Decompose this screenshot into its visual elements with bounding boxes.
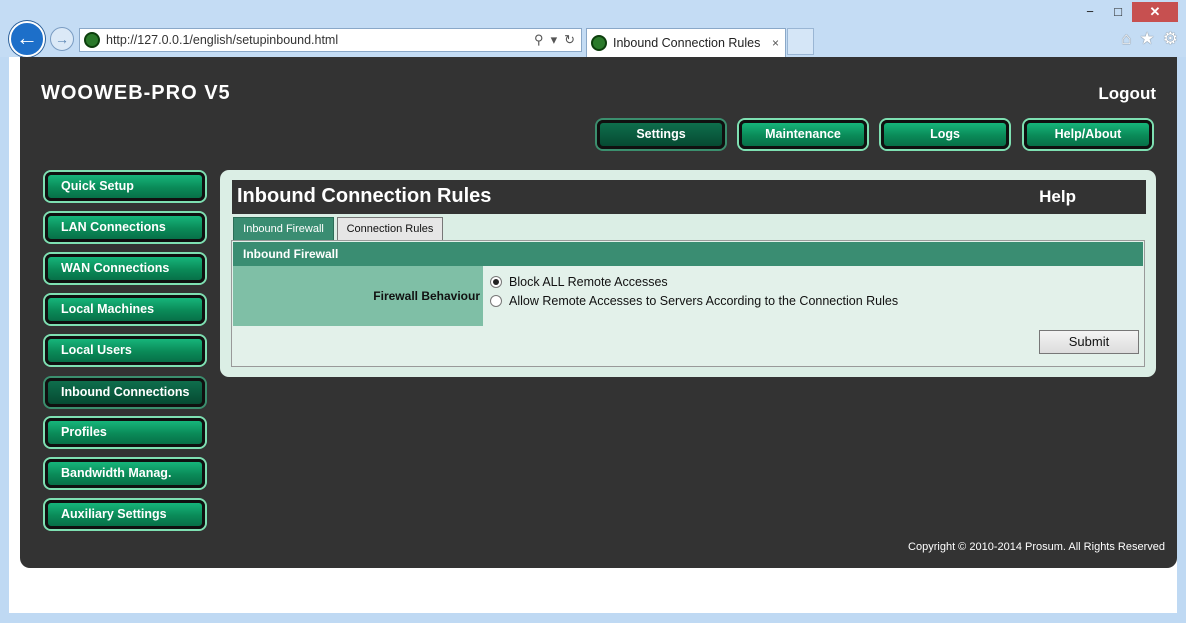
refresh-icon[interactable]: ↻	[564, 32, 575, 48]
brand-title: WOOWEB-PRO V5	[41, 82, 231, 104]
tab-connection-rules[interactable]: Connection Rules	[337, 217, 443, 241]
sidebar-item-lan-connections[interactable]: LAN Connections	[45, 213, 205, 242]
radio-allow-rules[interactable]	[490, 294, 502, 307]
sidebar-item-local-users[interactable]: Local Users	[45, 336, 205, 365]
forward-button[interactable]: →	[50, 27, 74, 51]
sidebar-item-auxiliary-settings[interactable]: Auxiliary Settings	[45, 500, 205, 529]
nav-help-about[interactable]: Help/About	[1024, 120, 1152, 149]
address-icons: ⚲ ▾ ↻	[534, 32, 581, 48]
nav-logs[interactable]: Logs	[881, 120, 1009, 149]
browser-tab[interactable]: Inbound Connection Rules ×	[586, 28, 786, 57]
page-viewport: WOOWEB-PRO V5 Logout Settings Maintenanc…	[9, 57, 1177, 613]
option-allow-rules-label: Allow Remote Accesses to Servers Accordi…	[509, 293, 899, 308]
home-icon[interactable]: ⌂	[1121, 29, 1131, 49]
nav-maintenance[interactable]: Maintenance	[739, 120, 867, 149]
firewall-options: Block ALL Remote Accesses Allow Remote A…	[490, 272, 898, 310]
address-url[interactable]: http://127.0.0.1/english/setupinbound.ht…	[106, 33, 534, 47]
maximize-button[interactable]: □	[1104, 2, 1132, 22]
search-icon[interactable]: ⚲	[534, 32, 544, 48]
close-button[interactable]: ✕	[1132, 2, 1178, 22]
option-block-all[interactable]: Block ALL Remote Accesses	[490, 272, 898, 291]
option-block-all-label: Block ALL Remote Accesses	[509, 274, 668, 289]
tab-favicon-icon	[591, 35, 607, 51]
sidebar-item-bandwidth[interactable]: Bandwidth Manag.	[45, 459, 205, 488]
site-favicon-icon	[84, 32, 100, 48]
browser-chrome: − □ ✕ ← → http://127.0.0.1/english/setup…	[0, 0, 1186, 57]
sidebar-item-local-machines[interactable]: Local Machines	[45, 295, 205, 324]
nav-settings[interactable]: Settings	[597, 120, 725, 149]
browser-tools: ⌂ ★ ⚙	[1121, 29, 1178, 49]
tab-title: Inbound Connection Rules	[613, 36, 761, 50]
sidebar-item-profiles[interactable]: Profiles	[45, 418, 205, 447]
firewall-form: Inbound Firewall Firewall Behaviour Bloc…	[231, 240, 1145, 367]
submit-button[interactable]: Submit	[1039, 330, 1139, 354]
content-panel: Inbound Connection Rules Help Inbound Fi…	[220, 170, 1156, 377]
tab-close-icon[interactable]: ×	[772, 36, 785, 50]
favorites-star-icon[interactable]: ★	[1140, 29, 1155, 49]
dropdown-icon[interactable]: ▾	[551, 32, 558, 48]
sidebar-item-wan-connections[interactable]: WAN Connections	[45, 254, 205, 283]
window-controls: − □ ✕	[1076, 2, 1178, 22]
section-title: Inbound Firewall	[233, 242, 1143, 266]
address-bar[interactable]: http://127.0.0.1/english/setupinbound.ht…	[79, 28, 582, 52]
sidebar-item-inbound-connections[interactable]: Inbound Connections	[45, 378, 205, 407]
radio-block-all[interactable]	[490, 275, 502, 288]
new-tab-button[interactable]	[787, 28, 814, 55]
page-title: Inbound Connection Rules	[237, 185, 492, 207]
tab-inbound-firewall[interactable]: Inbound Firewall	[233, 217, 334, 241]
minimize-button[interactable]: −	[1076, 2, 1104, 22]
sidebar-item-quick-setup[interactable]: Quick Setup	[45, 172, 205, 201]
logout-link[interactable]: Logout	[1098, 84, 1156, 104]
panel-header: Inbound Connection Rules Help	[232, 180, 1146, 214]
router-app: WOOWEB-PRO V5 Logout Settings Maintenanc…	[20, 57, 1177, 568]
copyright-text: Copyright © 2010-2014 Prosum. All Rights…	[908, 541, 1165, 553]
settings-gear-icon[interactable]: ⚙	[1163, 29, 1178, 49]
back-button[interactable]: ←	[9, 21, 45, 57]
help-link[interactable]: Help	[1039, 187, 1076, 207]
firewall-behaviour-label: Firewall Behaviour	[233, 266, 483, 326]
option-allow-rules[interactable]: Allow Remote Accesses to Servers Accordi…	[490, 291, 898, 310]
